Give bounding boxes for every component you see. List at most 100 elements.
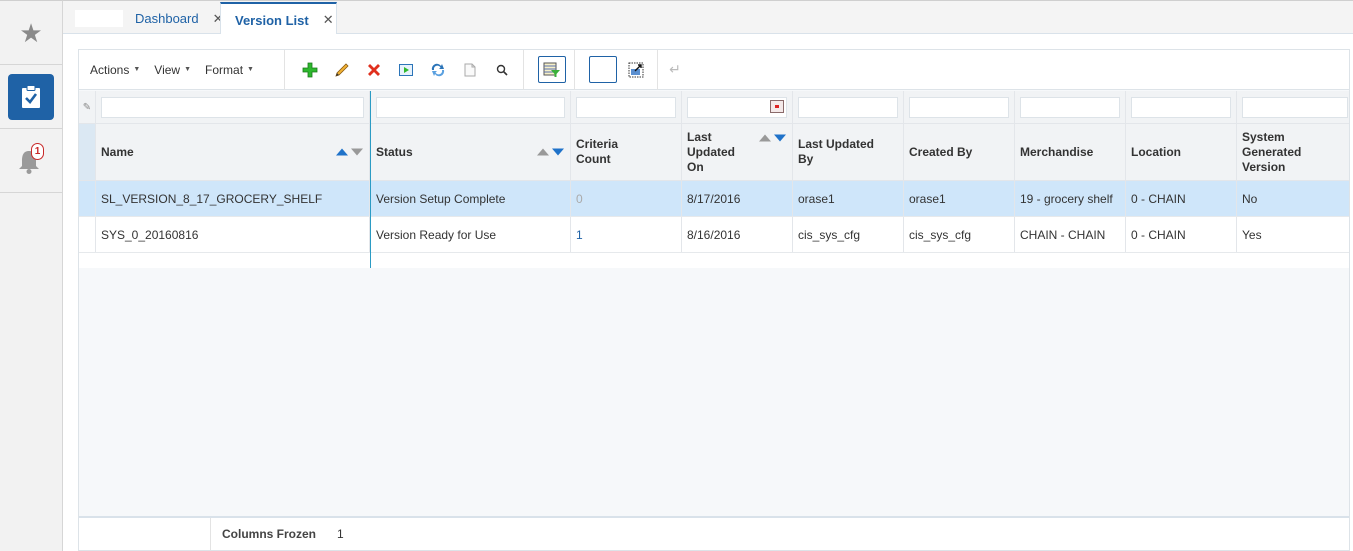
add-button[interactable] (299, 59, 321, 81)
sidebar-item-notifications[interactable]: 1 (0, 129, 62, 193)
sort-ascending-icon[interactable] (336, 148, 348, 156)
menu-actions[interactable]: Actions ▼ (90, 63, 140, 77)
filter-row: ✎ (79, 91, 1349, 124)
menu-view[interactable]: View ▼ (154, 63, 191, 77)
run-button[interactable] (395, 59, 417, 81)
filter-cell-last-updated-on (682, 91, 793, 123)
filter-input-merchandise[interactable] (1020, 97, 1120, 118)
edit-icon (335, 62, 349, 77)
cell-status: Version Ready for Use (371, 217, 571, 252)
filter-cell-merchandise (1015, 91, 1126, 123)
cell-merchandise: CHAIN - CHAIN (1015, 217, 1126, 252)
toolbar-icons: ↵ (285, 49, 696, 90)
sort-descending-icon[interactable] (774, 134, 786, 142)
wrap-button[interactable]: ↵ (664, 59, 686, 81)
tab-dashboard[interactable]: Dashboard ✕ (75, 2, 224, 35)
filter-cell-status (371, 91, 571, 123)
toolbar-separator (522, 49, 524, 90)
sidebar: ★ 1 (0, 0, 63, 551)
column-header-status[interactable]: Status (371, 124, 571, 180)
add-icon (302, 62, 318, 77)
cell-criteria-count-link[interactable]: 1 (571, 217, 682, 252)
column-header-created-by[interactable]: Created By (904, 124, 1015, 180)
tab-bar: Dashboard ✕ Version List ✕ (63, 0, 1353, 36)
column-header-name[interactable]: Name (96, 124, 370, 180)
column-header-location[interactable]: Location (1126, 124, 1237, 180)
filter-input-system-generated[interactable] (1242, 97, 1348, 118)
filter-input-name[interactable] (101, 97, 364, 118)
cell-last-updated-on: 8/17/2016 (682, 181, 793, 216)
sort-ascending-icon[interactable] (759, 134, 771, 142)
search-icon (496, 64, 508, 76)
refresh-button[interactable] (427, 59, 449, 81)
sort-descending-icon[interactable] (552, 148, 564, 156)
column-label: Last Updated On (687, 129, 735, 174)
wrap-icon: ↵ (669, 61, 681, 77)
copy-button[interactable] (459, 59, 481, 81)
sort-control[interactable] (336, 148, 363, 156)
sort-control[interactable] (759, 134, 786, 142)
column-label: Merchandise (1020, 144, 1094, 159)
column-label: Location (1131, 144, 1181, 159)
filter-input-status[interactable] (376, 97, 565, 118)
cell-last-updated-by: cis_sys_cfg (793, 217, 904, 252)
filter-cell-created-by (904, 91, 1015, 123)
menu-bar: Actions ▼ View ▼ Format ▼ (79, 49, 285, 90)
table-row[interactable]: SL_VERSION_8_17_GROCERY_SHELF Version Se… (79, 181, 1349, 217)
row-header[interactable] (79, 217, 96, 252)
column-header-last-updated-by[interactable]: Last Updated By (793, 124, 904, 180)
tab-label: Dashboard (135, 11, 199, 26)
sort-ascending-icon[interactable] (537, 148, 549, 156)
filter-input-location[interactable] (1131, 97, 1231, 118)
cell-criteria-count[interactable]: 0 (571, 181, 682, 216)
search-button[interactable] (491, 59, 513, 81)
calendar-icon[interactable] (770, 100, 784, 113)
cell-system-generated: Yes (1242, 227, 1262, 242)
sort-descending-icon[interactable] (351, 148, 363, 156)
column-label: Created By (909, 144, 973, 159)
table-row[interactable]: SYS_0_20160816 Version Ready for Use 1 8… (79, 217, 1349, 253)
filter-input-criteria-count[interactable] (576, 97, 676, 118)
detach-icon (628, 62, 644, 77)
star-icon: ★ (19, 17, 43, 48)
row-header[interactable] (79, 181, 96, 216)
version-table: ✎ Name Status Criteria Count Last Update… (79, 91, 1349, 268)
filter-clear[interactable]: ✎ (79, 91, 96, 123)
query-by-example-button[interactable] (537, 56, 566, 83)
app: ★ 1 Dashboard ✕ Version List ✕ Actions ▼… (0, 0, 1353, 551)
active-indicator (8, 73, 54, 120)
blank-toggle-button[interactable] (588, 56, 617, 83)
filter-cell-last-updated-by (793, 91, 904, 123)
detach-button[interactable] (625, 59, 647, 81)
filter-cell-name (96, 91, 370, 123)
columns-frozen-label: Columns Frozen (210, 518, 316, 550)
menu-format[interactable]: Format ▼ (205, 63, 254, 77)
sidebar-item-favorites[interactable]: ★ (0, 1, 62, 65)
frozen-column-divider[interactable] (370, 91, 371, 268)
column-header-merchandise[interactable]: Merchandise (1015, 124, 1126, 180)
column-header-criteria-count[interactable]: Criteria Count (571, 124, 682, 180)
column-label: System Generated Version (1242, 129, 1302, 174)
edit-button[interactable] (331, 59, 353, 81)
cell-location: 0 - CHAIN (1126, 217, 1237, 252)
table-footer: Columns Frozen 1 (79, 516, 1349, 550)
cell-last-updated-by: orase1 (793, 181, 904, 216)
content-area: Actions ▼ View ▼ Format ▼ ↵ ✎ Name Statu… (63, 34, 1353, 551)
filter-input-created-by[interactable] (909, 97, 1009, 118)
menu-label: Actions (90, 62, 130, 77)
delete-button[interactable] (363, 59, 385, 81)
caret-down-icon: ▼ (184, 66, 192, 73)
column-label: Name (101, 144, 134, 159)
filter-input-last-updated-by[interactable] (798, 97, 898, 118)
column-header-last-updated-on[interactable]: Last Updated On (682, 124, 793, 180)
close-icon[interactable]: ✕ (323, 12, 334, 28)
sidebar-item-tasks[interactable] (0, 65, 62, 129)
cell-name: SYS_0_20160816 (96, 217, 370, 252)
columns-frozen-value: 1 (337, 527, 344, 541)
cell-created-by: orase1 (904, 181, 1015, 216)
column-header-system-generated[interactable]: System Generated Version (1237, 124, 1353, 180)
tab-version-list[interactable]: Version List ✕ (220, 2, 337, 36)
menu-label: View (154, 62, 181, 77)
filter-icon (543, 62, 560, 77)
sort-control[interactable] (537, 148, 564, 156)
